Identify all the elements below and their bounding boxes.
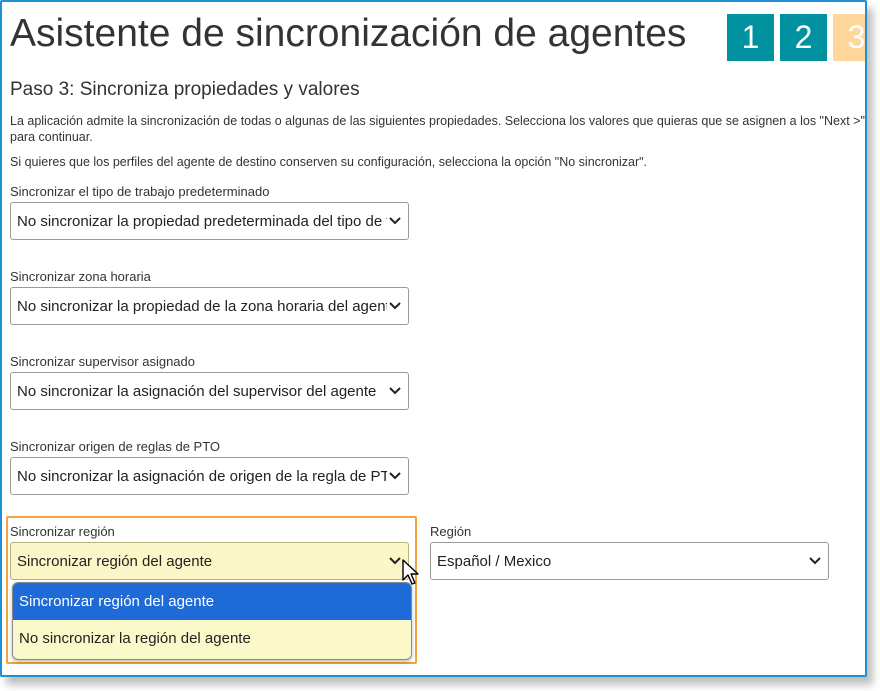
wizard-window: Asistente de sincronización de agentes 1… (0, 0, 867, 677)
region-sync-select[interactable]: Sincronizar región del agente (10, 542, 409, 580)
option-no-sync-region[interactable]: No sincronizar la región del agente (13, 620, 411, 657)
chevron-down-icon (389, 217, 401, 225)
region-select[interactable]: Español / Mexico (430, 542, 829, 580)
step-subtitle: Paso 3: Sincroniza propiedades y valores (10, 79, 360, 100)
default-worktype-label: Sincronizar el tipo de trabajo predeterm… (10, 184, 270, 199)
region-sync-value: Sincronizar región del agente (17, 552, 213, 570)
description-note: Si quieres que los perfiles del agente d… (10, 155, 648, 169)
timezone-label: Sincronizar zona horaria (10, 269, 151, 284)
chevron-down-icon (809, 557, 821, 565)
default-worktype-select[interactable]: No sincronizar la propiedad predetermina… (10, 202, 409, 240)
region-sync-label: Sincronizar región (10, 524, 115, 539)
step-3: 3 (833, 14, 865, 61)
page-title: Asistente de sincronización de agentes (10, 12, 687, 55)
chevron-down-icon (389, 472, 401, 480)
supervisor-label: Sincronizar supervisor asignado (10, 354, 195, 369)
pto-source-value: No sincronizar la asignación de origen d… (17, 467, 387, 485)
description-text: La aplicación admite la sincronización d… (10, 114, 865, 144)
region-sync-dropdown: Sincronizar región del agente No sincron… (12, 582, 412, 660)
step-indicator: 1 2 3 (727, 14, 865, 61)
default-worktype-value: No sincronizar la propiedad predetermina… (17, 212, 387, 230)
pto-source-select[interactable]: No sincronizar la asignación de origen d… (10, 457, 409, 495)
region-label: Región (430, 524, 472, 539)
chevron-down-icon (389, 302, 401, 310)
option-sync-region[interactable]: Sincronizar región del agente (13, 583, 411, 620)
step-1[interactable]: 1 (727, 14, 774, 61)
step-2[interactable]: 2 (780, 14, 827, 61)
supervisor-select[interactable]: No sincronizar la asignación del supervi… (10, 372, 409, 410)
supervisor-value: No sincronizar la asignación del supervi… (17, 382, 377, 400)
chevron-down-icon (389, 387, 401, 395)
mouse-pointer-icon (402, 559, 419, 585)
chevron-down-icon (389, 557, 401, 565)
region-value: Español / Mexico (437, 552, 552, 570)
timezone-value: No sincronizar la propiedad de la zona h… (17, 297, 387, 315)
pto-source-label: Sincronizar origen de reglas de PTO (10, 439, 221, 454)
timezone-select[interactable]: No sincronizar la propiedad de la zona h… (10, 287, 409, 325)
